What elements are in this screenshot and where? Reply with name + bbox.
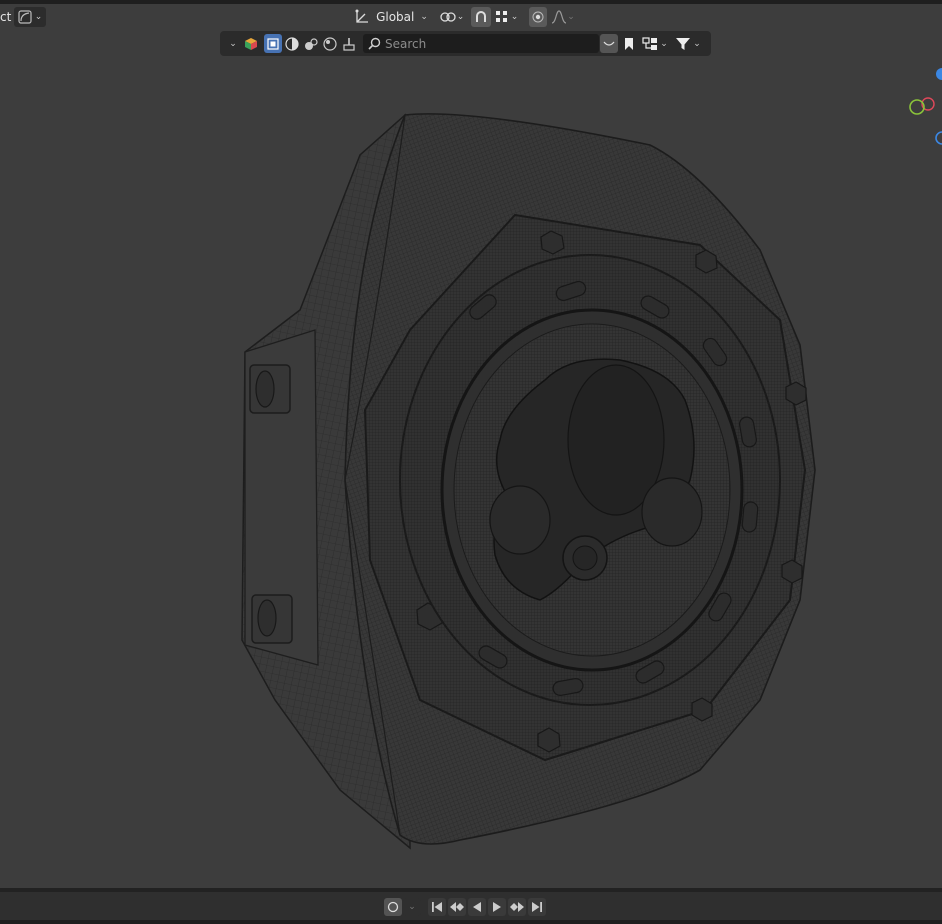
window-bottom-border xyxy=(0,920,942,924)
keying-options-dropdown[interactable]: ⌄ xyxy=(403,898,421,916)
viewport-header: ct ⌄ Global ⌄ ⌄ ⌄ ⌄ xyxy=(0,4,942,30)
filter-dropdown[interactable]: ⌄ xyxy=(672,34,704,53)
proportional-edit-toggle[interactable] xyxy=(529,7,547,27)
link-button[interactable] xyxy=(600,34,618,53)
chevron-down-icon: ⌄ xyxy=(693,38,701,49)
pivot-point-dropdown[interactable]: ⌄ xyxy=(437,7,467,27)
restrict-select-icon xyxy=(267,37,279,50)
transform-orientation-label: Global xyxy=(376,10,415,24)
play-reverse-icon xyxy=(473,902,481,912)
display-solid-button[interactable] xyxy=(283,34,301,53)
search-placeholder: Search xyxy=(385,36,427,51)
material-preview-button[interactable] xyxy=(302,34,320,53)
snap-element-icon xyxy=(495,11,507,22)
chevron-down-icon: ⌄ xyxy=(456,12,465,22)
auto-keying-button[interactable] xyxy=(384,898,402,916)
transform-orientation-dropdown[interactable]: Global ⌄ xyxy=(352,7,430,27)
chevron-down-icon: ⌄ xyxy=(420,12,428,22)
mode-label[interactable]: ct xyxy=(0,10,11,24)
play-icon xyxy=(493,902,501,912)
next-keyframe-icon xyxy=(510,902,524,912)
color-cube-icon xyxy=(245,37,257,50)
prev-keyframe-icon xyxy=(450,902,464,912)
proportional-edit-icon xyxy=(532,11,544,23)
rendered-button[interactable] xyxy=(321,34,339,53)
falloff-dropdown[interactable]: ⌄ xyxy=(549,7,577,27)
gizmo-y-positive[interactable] xyxy=(909,99,925,115)
funnel-icon xyxy=(676,37,691,50)
hierarchy-dropdown[interactable]: ⌄ xyxy=(639,34,671,53)
falloff-icon xyxy=(552,10,567,24)
record-icon xyxy=(387,901,399,913)
timeline-header: ⌄ xyxy=(0,892,942,920)
watch-model-wireframe xyxy=(241,113,816,850)
bookmark-icon xyxy=(625,37,633,50)
play-button[interactable] xyxy=(488,898,506,916)
editor-type-icon xyxy=(18,10,32,24)
chevron-down-icon: ⌄ xyxy=(34,12,43,22)
navigation-gizmo[interactable] xyxy=(902,62,942,152)
restrict-select-button[interactable] xyxy=(264,34,282,53)
transform-orientation-icon xyxy=(355,9,369,23)
editor-type-button[interactable]: ⌄ xyxy=(14,7,46,27)
gizmo-z-negative[interactable] xyxy=(935,131,942,145)
chevron-down-icon: ⌄ xyxy=(660,38,668,49)
next-keyframe-button[interactable] xyxy=(508,898,526,916)
gizmo-z-positive[interactable] xyxy=(936,68,942,80)
jump-end-button[interactable] xyxy=(528,898,546,916)
hierarchy-icon xyxy=(642,36,658,50)
color-cube-button[interactable] xyxy=(242,34,260,53)
chevron-down-icon: ⌄ xyxy=(408,902,416,912)
rendered-icon xyxy=(323,36,337,51)
display-solid-icon xyxy=(285,36,299,51)
pivot-icon xyxy=(440,12,456,22)
jump-end-icon xyxy=(532,902,542,912)
chevron-down-icon: ⌄ xyxy=(567,12,575,22)
snap-element-dropdown[interactable]: ⌄ xyxy=(492,7,522,27)
world-button[interactable] xyxy=(340,34,358,53)
search-input[interactable]: Search xyxy=(363,34,599,53)
bookmark-button[interactable] xyxy=(620,34,638,53)
link-icon xyxy=(603,41,615,46)
brush-icon xyxy=(343,37,355,51)
prev-keyframe-button[interactable] xyxy=(448,898,466,916)
snap-icon xyxy=(476,11,486,22)
snap-toggle[interactable] xyxy=(471,7,491,27)
search-icon xyxy=(368,37,381,50)
play-reverse-button[interactable] xyxy=(468,898,486,916)
filter-expand-button[interactable]: ⌄ xyxy=(226,34,240,53)
3d-viewport[interactable] xyxy=(0,56,942,888)
filter-expand-icon: ⌄ xyxy=(229,38,237,49)
chevron-down-icon: ⌄ xyxy=(510,12,519,22)
jump-start-button[interactable] xyxy=(428,898,446,916)
outliner-filter-bar: ⌄ Search ⌄ ⌄ xyxy=(220,31,711,56)
material-preview-icon xyxy=(305,37,318,50)
jump-start-icon xyxy=(432,902,442,912)
